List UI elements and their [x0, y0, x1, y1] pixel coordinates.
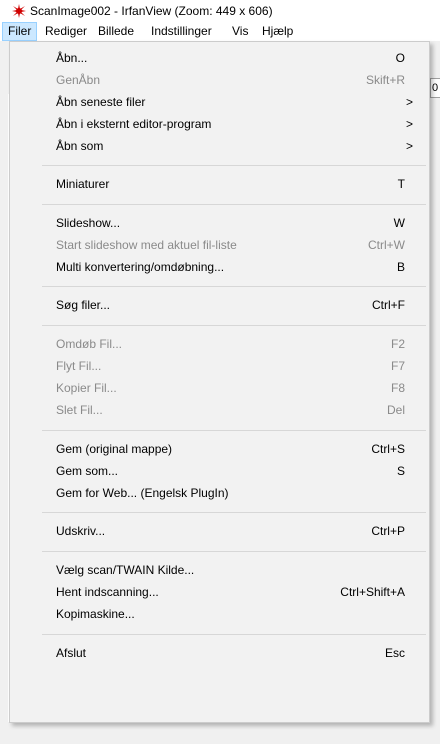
- menu-item-label: Omdøb Fil...: [56, 337, 123, 351]
- menu-item-shortcut: Ctrl+P: [371, 524, 405, 538]
- submenu-arrow-icon: >: [405, 95, 413, 109]
- menu-item-shortcut: Ctrl+W: [368, 238, 405, 252]
- menu-filer[interactable]: Filer: [2, 22, 38, 41]
- menu-rediger[interactable]: Rediger: [39, 22, 93, 41]
- menu-item-copy-file[interactable]: Kopier Fil... F8: [10, 377, 429, 399]
- menu-billede[interactable]: Billede: [92, 22, 140, 41]
- menu-separator: [42, 512, 426, 513]
- menu-item-search-files[interactable]: Søg filer... Ctrl+F: [10, 294, 429, 316]
- menu-item-label: Åbn...: [56, 51, 88, 65]
- menu-separator: [42, 286, 426, 287]
- menu-separator: [42, 551, 426, 552]
- menu-item-shortcut: F2: [390, 337, 405, 351]
- menu-item-shortcut: T: [397, 177, 405, 191]
- menu-separator: [42, 325, 426, 326]
- menu-item-print[interactable]: Udskriv... Ctrl+P: [10, 520, 429, 542]
- menu-item-label: Gem for Web... (Engelsk PlugIn): [56, 486, 229, 500]
- menu-item-move-file[interactable]: Flyt Fil... F7: [10, 355, 429, 377]
- menu-item-shortcut: Ctrl+Shift+A: [340, 585, 405, 599]
- menu-indstillinger[interactable]: Indstillinger: [145, 22, 218, 41]
- window-title: ScanImage002 - IrfanView (Zoom: 449 x 60…: [30, 4, 273, 18]
- menu-separator: [42, 165, 426, 166]
- menu-item-batch-convert[interactable]: Multi konvertering/omdøbning... B: [10, 256, 429, 278]
- toolbar-zoom-field[interactable]: 0: [430, 78, 440, 98]
- menu-item-label: Åbn som: [56, 139, 104, 153]
- menu-item-label: Slet Fil...: [56, 403, 103, 417]
- menu-bar: Filer Rediger Billede Indstillinger Vis …: [0, 22, 440, 41]
- menu-item-shortcut: S: [396, 464, 405, 478]
- menu-item-label: Multi konvertering/omdøbning...: [56, 260, 225, 274]
- menu-item-label: Åbn seneste filer: [56, 95, 146, 109]
- menu-item-label: Udskriv...: [56, 524, 106, 538]
- title-bar: ScanImage002 - IrfanView (Zoom: 449 x 60…: [0, 0, 440, 22]
- menu-item-label: Åbn i eksternt editor-program: [56, 117, 212, 131]
- menu-item-slideshow[interactable]: Slideshow... W: [10, 212, 429, 234]
- menu-item-copy-machine[interactable]: Kopimaskine...: [10, 603, 429, 625]
- menu-item-label: Hent indscanning...: [56, 585, 159, 599]
- menu-item-label: Slideshow...: [56, 216, 121, 230]
- window-right-frame: [430, 98, 440, 744]
- menu-separator: [42, 204, 426, 205]
- submenu-arrow-icon: >: [405, 117, 413, 131]
- menu-item-exit[interactable]: Afslut Esc: [10, 642, 429, 664]
- menu-item-label: Gem som...: [56, 464, 119, 478]
- menu-item-open-external-editor[interactable]: Åbn i eksternt editor-program >: [10, 113, 429, 135]
- submenu-arrow-icon: >: [405, 139, 413, 153]
- menu-item-label: Miniaturer: [56, 177, 110, 191]
- menu-item-rename-file[interactable]: Omdøb Fil... F2: [10, 333, 429, 355]
- menu-item-save-for-web[interactable]: Gem for Web... (Engelsk PlugIn): [10, 482, 429, 504]
- menu-item-label: Flyt Fil...: [56, 359, 102, 373]
- menu-item-label: Kopimaskine...: [56, 607, 135, 621]
- menu-item-shortcut: O: [395, 51, 405, 65]
- menu-item-open-recent[interactable]: Åbn seneste filer >: [10, 91, 429, 113]
- menu-item-label: Start slideshow med aktuel fil-liste: [56, 238, 237, 252]
- window-left-frame: [0, 41, 8, 744]
- menu-item-open[interactable]: Åbn... O: [10, 47, 429, 69]
- menu-item-acquire-scan[interactable]: Hent indscanning... Ctrl+Shift+A: [10, 581, 429, 603]
- menu-item-select-twain-source[interactable]: Vælg scan/TWAIN Kilde...: [10, 559, 429, 581]
- menu-item-shortcut: W: [393, 216, 405, 230]
- menu-hjaelp[interactable]: Hjælp: [256, 22, 299, 41]
- menu-item-thumbnails[interactable]: Miniaturer T: [10, 173, 429, 195]
- menu-separator: [42, 634, 426, 635]
- menu-item-shortcut: Ctrl+S: [371, 442, 405, 456]
- window-bottom-frame: [0, 722, 440, 744]
- menu-item-label: Kopier Fil...: [56, 381, 117, 395]
- menu-item-save-original[interactable]: Gem (original mappe) Ctrl+S: [10, 438, 429, 460]
- menu-item-label: Gem (original mappe): [56, 442, 173, 456]
- menu-item-save-as[interactable]: Gem som... S: [10, 460, 429, 482]
- menu-item-shortcut: Ctrl+F: [372, 298, 405, 312]
- menu-item-shortcut: F8: [390, 381, 405, 395]
- menu-item-label: Søg filer...: [56, 298, 111, 312]
- file-menu-dropdown: Åbn... O GenÅbn Skift+R Åbn seneste file…: [9, 41, 430, 723]
- menu-item-shortcut: F7: [390, 359, 405, 373]
- menu-separator: [42, 430, 426, 431]
- menu-item-shortcut: Esc: [384, 646, 405, 660]
- menu-item-shortcut: Skift+R: [365, 73, 405, 87]
- menu-item-delete-file[interactable]: Slet Fil... Del: [10, 399, 429, 421]
- menu-item-label: Afslut: [56, 646, 87, 660]
- menu-item-label: GenÅbn: [56, 73, 101, 87]
- menu-item-label: Vælg scan/TWAIN Kilde...: [56, 563, 195, 577]
- menu-item-shortcut: Del: [386, 403, 405, 417]
- menu-vis[interactable]: Vis: [226, 22, 254, 41]
- menu-item-reopen[interactable]: GenÅbn Skift+R: [10, 69, 429, 91]
- menu-item-start-slideshow-list[interactable]: Start slideshow med aktuel fil-liste Ctr…: [10, 234, 429, 256]
- menu-item-open-as[interactable]: Åbn som >: [10, 135, 429, 157]
- irfanview-icon: [12, 4, 26, 18]
- menu-item-shortcut: B: [396, 260, 405, 274]
